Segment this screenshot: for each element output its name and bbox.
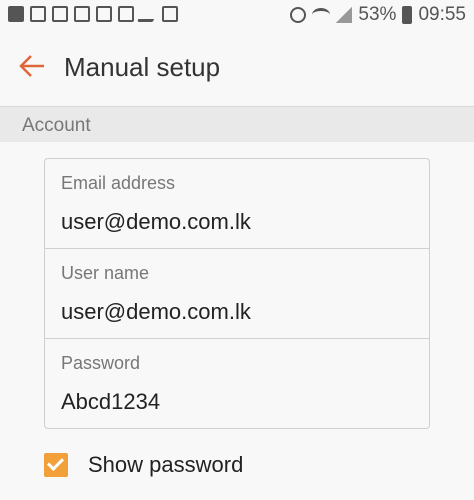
missed-call-icon <box>137 6 159 22</box>
gallery-icon <box>96 6 112 22</box>
page-title: Manual setup <box>64 52 221 82</box>
email-label: Email address <box>61 173 176 193</box>
facebook-icon <box>8 6 24 22</box>
back-button[interactable] <box>16 50 48 82</box>
section-header: Account <box>0 106 474 142</box>
mail-icon <box>118 6 134 22</box>
clock: 09:55 <box>418 4 466 25</box>
section-title: Account <box>22 115 91 136</box>
notification-icons <box>8 6 178 22</box>
show-password-row[interactable]: Show password <box>44 452 243 478</box>
status-bar: 53% 09:55 <box>0 0 474 32</box>
account-form: Email address User name Password <box>44 158 430 429</box>
location-icon <box>162 6 178 22</box>
email-input[interactable] <box>61 209 411 235</box>
password-input[interactable] <box>61 389 411 415</box>
email-field[interactable]: Email address <box>45 159 429 249</box>
alarm-icon <box>290 7 307 23</box>
mail-icon <box>30 6 46 22</box>
password-label: Password <box>61 353 141 373</box>
system-icons: 53% 09:55 <box>290 4 466 26</box>
username-input[interactable] <box>61 299 411 325</box>
app-bar: Manual setup <box>0 32 474 106</box>
mail-icon <box>74 6 90 22</box>
wifi-icon <box>312 8 331 22</box>
back-arrow-icon <box>19 55 44 77</box>
battery-icon <box>402 6 413 24</box>
password-field[interactable]: Password <box>45 339 429 429</box>
show-password-label: Show password <box>88 452 244 477</box>
show-password-checkbox[interactable] <box>44 453 68 477</box>
signal-icon <box>336 7 353 23</box>
username-label: User name <box>61 263 150 283</box>
mail-icon <box>52 6 68 22</box>
battery-percent: 53% <box>358 4 397 25</box>
username-field[interactable]: User name <box>45 249 429 339</box>
